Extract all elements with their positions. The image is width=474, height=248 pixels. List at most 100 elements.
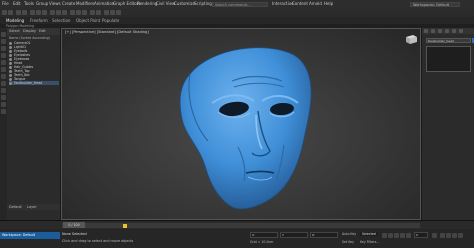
prev-frame-icon[interactable] xyxy=(388,233,393,238)
z-coord-field[interactable]: Z: xyxy=(310,232,338,238)
search-input[interactable]: Search commands... xyxy=(212,2,268,7)
orbit-icon[interactable] xyxy=(452,233,457,238)
current-frame-field[interactable]: 0 xyxy=(414,232,428,238)
filter-icon[interactable] xyxy=(1,46,6,51)
workspace-dropdown[interactable]: Workspaces: Default xyxy=(410,2,460,7)
select-by-name-icon[interactable] xyxy=(36,10,41,15)
render-icon[interactable] xyxy=(116,10,121,15)
x-coord-field[interactable]: X: xyxy=(250,232,278,238)
key-filters-button[interactable]: Key Filters... xyxy=(360,240,379,244)
snap-icon[interactable] xyxy=(70,10,75,15)
rotate-icon[interactable] xyxy=(56,10,61,15)
align-icon[interactable] xyxy=(96,10,101,15)
motion-tab-icon[interactable] xyxy=(445,29,449,33)
hierarchy-tab-icon[interactable] xyxy=(438,29,442,33)
selection-status: None Selected xyxy=(62,232,87,236)
menu-edit[interactable]: Edit xyxy=(13,1,21,6)
menu-interactive[interactable]: Interactive xyxy=(272,1,294,6)
menu-arnold[interactable]: Arnold xyxy=(309,1,322,6)
y-coord-field[interactable]: Y: xyxy=(280,232,308,238)
hierarchy-icon[interactable] xyxy=(1,53,6,58)
time-config-icon[interactable] xyxy=(432,233,437,238)
set-key-button[interactable]: Set Key xyxy=(342,240,354,244)
geometry-icon[interactable] xyxy=(1,60,6,65)
menu-tools[interactable]: Tools xyxy=(24,1,34,6)
go-to-end-icon[interactable] xyxy=(406,233,411,238)
menu-customize[interactable]: Customize xyxy=(174,1,195,6)
region-select-icon[interactable] xyxy=(42,10,47,15)
menu-modifiers[interactable]: Modifiers xyxy=(76,1,94,6)
tab-populate[interactable]: Populate xyxy=(102,18,119,23)
cameras-icon[interactable] xyxy=(1,81,6,86)
explorer-header[interactable]: Name (Sorted Ascending) xyxy=(9,36,59,40)
tab-object-paint[interactable]: Object Paint xyxy=(76,18,100,23)
modifier-stack[interactable] xyxy=(426,46,471,72)
menu-file[interactable]: File xyxy=(2,1,9,6)
menu-group[interactable]: Group xyxy=(36,1,48,6)
utilities-tab-icon[interactable] xyxy=(459,29,463,33)
menu-civil-view[interactable]: Civil View xyxy=(156,1,175,6)
mirror-icon[interactable] xyxy=(90,10,95,15)
key-mode-dropdown[interactable]: Selected xyxy=(360,232,378,236)
explorer-tabs: Select Display Edit xyxy=(7,28,60,35)
link-icon[interactable] xyxy=(16,10,21,15)
list-item-selected[interactable]: Facebuilder_Head xyxy=(9,81,59,85)
command-panel: facebuilder_head xyxy=(421,28,474,220)
zoom-icon[interactable] xyxy=(440,233,445,238)
maximize-viewport-icon[interactable] xyxy=(458,233,463,238)
lights-icon[interactable] xyxy=(1,74,6,79)
shapes-icon[interactable] xyxy=(1,67,6,72)
grid-size: Grid = 10.0cm xyxy=(250,240,274,244)
menu-content[interactable]: Content xyxy=(292,1,308,6)
layer-icon[interactable] xyxy=(1,102,6,107)
head-model[interactable] xyxy=(62,29,421,220)
time-slider[interactable]: 0 / 100 xyxy=(63,222,85,228)
next-frame-icon[interactable] xyxy=(400,233,405,238)
tab-freeform[interactable]: Freeform xyxy=(30,18,48,23)
scale-icon[interactable] xyxy=(62,10,67,15)
helpers-icon[interactable] xyxy=(1,88,6,93)
angle-snap-icon[interactable] xyxy=(76,10,81,15)
ribbon: Modeling Freeform Selection Object Paint… xyxy=(0,17,474,24)
workspace-selector[interactable]: Workspace: Default xyxy=(0,232,60,239)
tab-modeling[interactable]: Modeling xyxy=(6,18,24,23)
object-name-field[interactable]: facebuilder_head xyxy=(426,38,471,43)
menu-rendering[interactable]: Rendering xyxy=(137,1,157,6)
menu-scripting[interactable]: Scripting xyxy=(194,1,212,6)
menu-views[interactable]: Views xyxy=(49,1,61,6)
tab-display[interactable]: Display xyxy=(23,29,36,33)
create-tab-icon[interactable] xyxy=(424,29,428,33)
layer-dropdown[interactable]: Default xyxy=(9,205,22,209)
material-editor-icon[interactable] xyxy=(104,10,109,15)
redo-icon[interactable] xyxy=(8,10,13,15)
tab-selection[interactable]: Selection xyxy=(52,18,70,23)
menu-create[interactable]: Create xyxy=(62,1,75,6)
play-icon[interactable] xyxy=(394,233,399,238)
modify-tab-icon[interactable] xyxy=(431,29,435,33)
tab-edit[interactable]: Edit xyxy=(39,29,46,33)
render-setup-icon[interactable] xyxy=(110,10,115,15)
explorer-footer: Default Layer xyxy=(7,204,60,210)
undo-icon[interactable] xyxy=(2,10,7,15)
eye-icon[interactable] xyxy=(9,81,12,85)
viewport-perspective[interactable]: [+] [Perspective] [Standard] [Default Sh… xyxy=(61,28,421,220)
display-tab-icon[interactable] xyxy=(452,29,456,33)
keyframe-marker[interactable] xyxy=(123,224,127,228)
command-panel-tabs xyxy=(422,28,474,34)
move-icon[interactable] xyxy=(50,10,55,15)
go-to-start-icon[interactable] xyxy=(382,233,387,238)
display-icon[interactable] xyxy=(1,39,6,44)
percent-snap-icon[interactable] xyxy=(82,10,87,15)
tab-select[interactable]: Select xyxy=(9,29,20,33)
auto-key-button[interactable]: Auto Key xyxy=(342,232,356,236)
unlink-icon[interactable] xyxy=(22,10,27,15)
settings-icon[interactable] xyxy=(1,109,6,114)
select-icon[interactable] xyxy=(30,10,35,15)
menu-help[interactable]: Help xyxy=(324,1,333,6)
spacewarps-icon[interactable] xyxy=(1,95,6,100)
timeline-track[interactable] xyxy=(62,223,420,228)
pan-icon[interactable] xyxy=(446,233,451,238)
menu-animation[interactable]: Animation xyxy=(94,1,114,6)
status-bar: Workspace: Default None Selected Click a… xyxy=(0,229,474,248)
select-object-icon[interactable] xyxy=(1,32,6,37)
